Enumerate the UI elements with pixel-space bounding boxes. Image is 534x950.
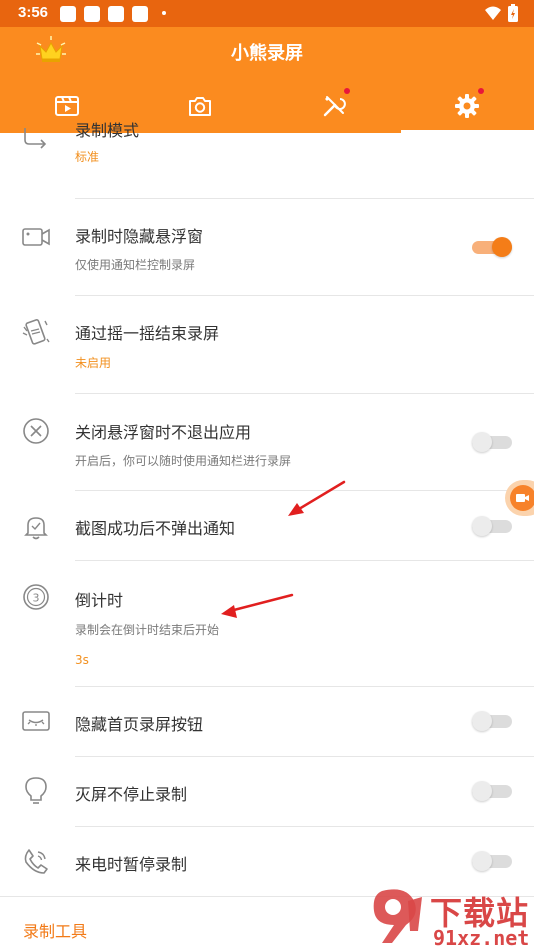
wifi-icon	[485, 6, 501, 20]
call-pause-toggle[interactable]	[472, 851, 512, 871]
countdown-value: 3s	[75, 653, 89, 667]
record-mode-icon	[20, 123, 52, 155]
floating-record-button[interactable]	[505, 480, 534, 516]
more-notifications-icon	[162, 11, 166, 15]
shake-stop-value: 未启用	[75, 356, 112, 370]
setting-record-mode[interactable]: 录制模式 标准	[0, 121, 534, 198]
close-float-title: 关闭悬浮窗时不退出应用	[75, 423, 252, 442]
hide-float-toggle[interactable]	[472, 237, 512, 257]
watermark-url: 91xz.net	[433, 926, 530, 950]
close-float-subtitle: 开启后，你可以随时使用通知栏进行录屏	[75, 454, 292, 468]
countdown-title: 倒计时	[75, 591, 124, 610]
annotation-arrow	[288, 480, 346, 516]
camera-icon	[188, 97, 211, 116]
notification-icon	[60, 6, 76, 22]
record-mode-value: 标准	[75, 150, 100, 164]
setting-screen-off[interactable]: 灭屏不停止录制	[0, 757, 534, 826]
tools-badge-icon	[344, 88, 350, 94]
hidden-eye-icon	[20, 705, 52, 737]
setting-countdown[interactable]: 3 倒计时 录制会在倒计时结束后开始 3s	[0, 561, 534, 686]
shake-stop-title: 通过摇一摇结束录屏	[75, 324, 220, 343]
setting-shake-stop[interactable]: 通过摇一摇结束录屏 未启用	[0, 296, 534, 393]
svg-text:3: 3	[33, 592, 40, 605]
video-camera-icon	[20, 221, 52, 253]
film-icon	[54, 96, 79, 116]
lightbulb-icon	[20, 775, 52, 807]
settings-badge-icon	[478, 88, 484, 94]
screen-off-title: 灭屏不停止录制	[75, 785, 188, 804]
setting-hide-home-btn[interactable]: 隐藏首页录屏按钮	[0, 687, 534, 756]
setting-close-float[interactable]: 关闭悬浮窗时不退出应用 开启后，你可以随时使用通知栏进行录屏	[0, 394, 534, 490]
hide-home-btn-toggle[interactable]	[472, 711, 512, 731]
gear-icon	[454, 94, 479, 118]
notification-icon	[84, 6, 100, 22]
floating-camera-icon	[510, 485, 534, 511]
section-title: 录制工具	[23, 922, 88, 941]
notification-icon	[132, 6, 148, 22]
setting-no-notify[interactable]: 截图成功后不弹出通知	[0, 491, 534, 560]
no-notify-title: 截图成功后不弹出通知	[75, 519, 236, 538]
app-title: 小熊录屏	[231, 43, 303, 64]
countdown-subtitle: 录制会在倒计时结束后开始	[75, 623, 220, 637]
close-float-toggle[interactable]	[472, 432, 512, 452]
phone-call-icon	[20, 845, 52, 877]
shake-phone-icon	[20, 316, 52, 348]
hide-float-title: 录制时隐藏悬浮窗	[75, 227, 204, 246]
hide-home-btn-title: 隐藏首页录屏按钮	[75, 715, 204, 734]
battery-icon	[508, 4, 518, 22]
status-bar: 3:56	[0, 0, 534, 27]
annotation-arrow	[221, 593, 294, 618]
setting-call-pause[interactable]: 来电时暂停录制	[0, 827, 534, 896]
notification-icon	[108, 6, 124, 22]
screen-off-toggle[interactable]	[472, 781, 512, 801]
countdown-icon: 3	[20, 581, 52, 613]
tools-icon	[323, 96, 346, 117]
record-mode-title: 录制模式	[75, 121, 140, 140]
bell-icon	[20, 511, 52, 543]
setting-hide-float[interactable]: 录制时隐藏悬浮窗 仅使用通知栏控制录屏	[0, 199, 534, 295]
no-notify-toggle[interactable]	[472, 516, 512, 536]
close-circle-icon	[20, 415, 52, 447]
watermark-logo-icon	[373, 889, 422, 943]
hide-float-subtitle: 仅使用通知栏控制录屏	[75, 258, 196, 272]
call-pause-title: 来电时暂停录制	[75, 855, 188, 874]
status-time: 3:56	[18, 4, 49, 21]
